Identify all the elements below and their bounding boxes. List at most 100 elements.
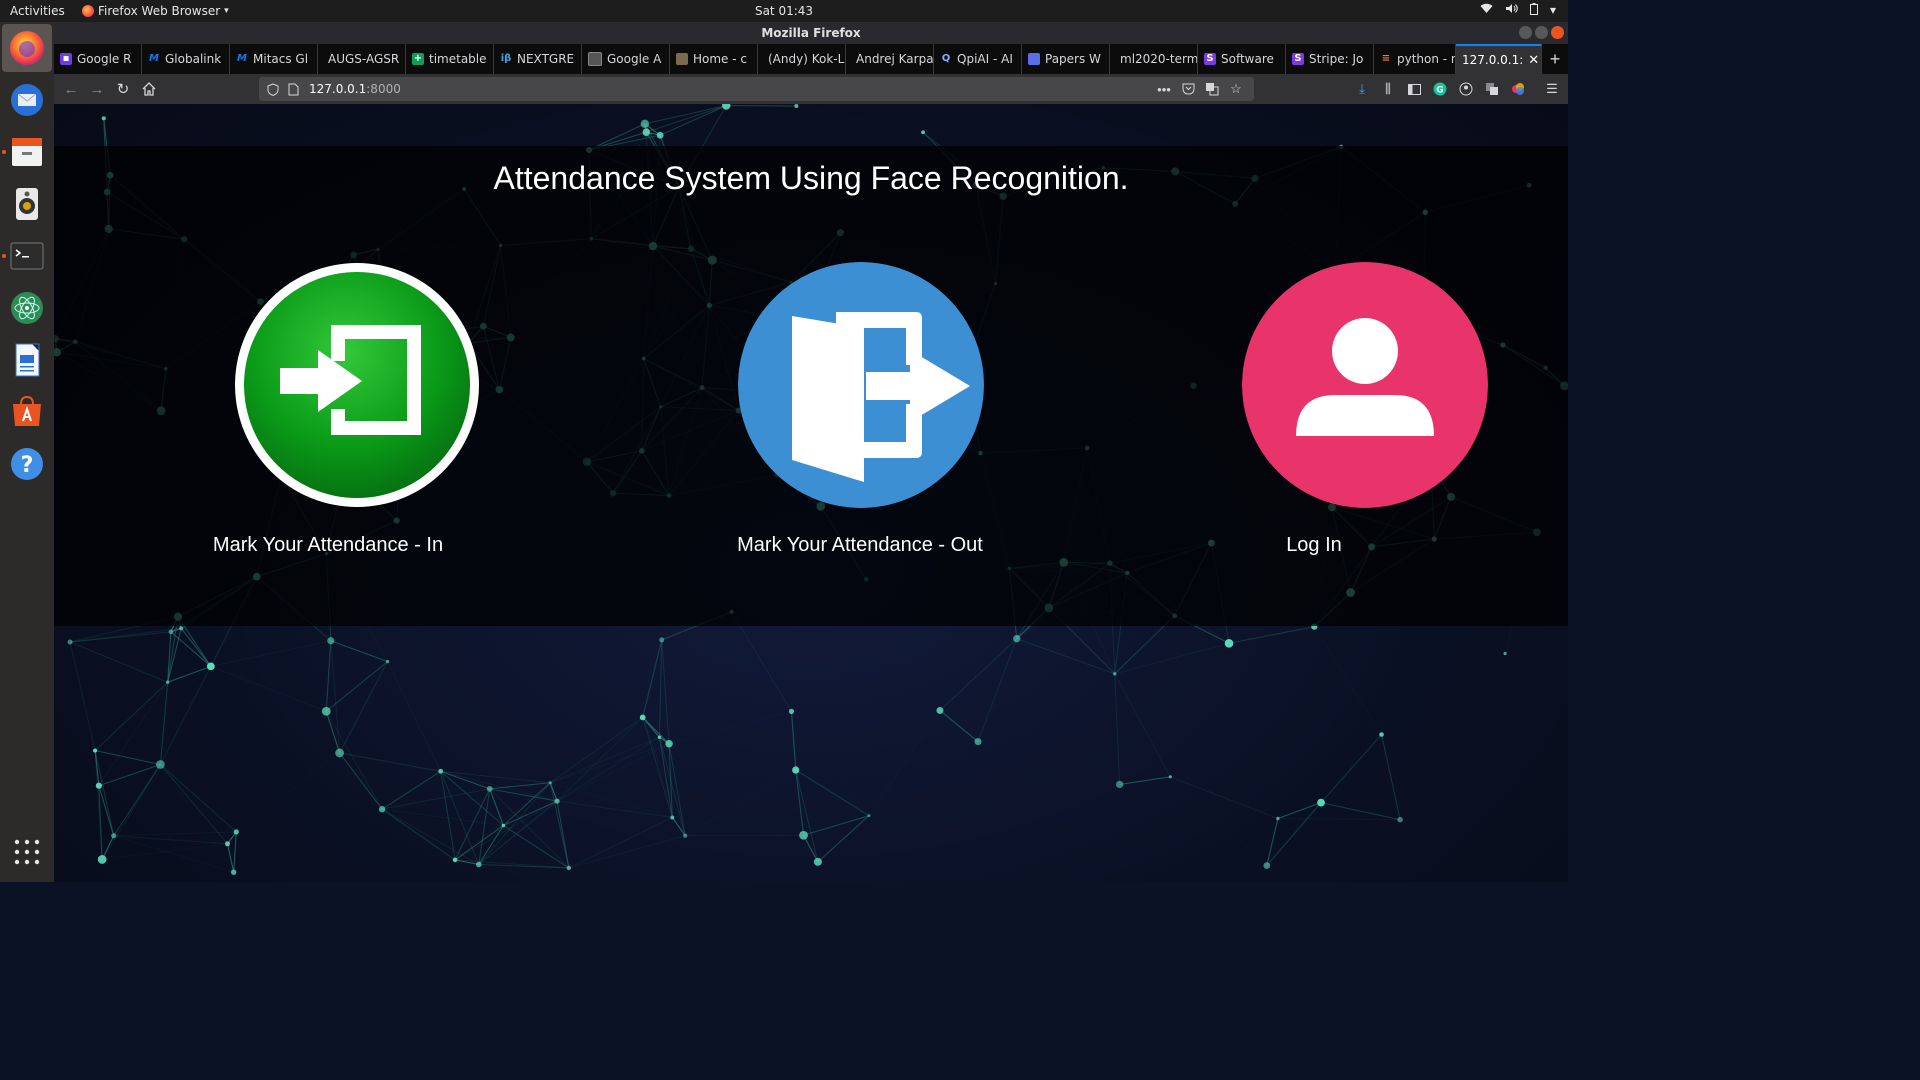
tab-software[interactable]: S Software xyxy=(1198,44,1286,74)
dock-thunderbird[interactable] xyxy=(9,82,45,118)
home-icon xyxy=(142,82,156,96)
pocket-icon[interactable] xyxy=(1178,79,1198,99)
tab-globalink[interactable]: M Globalink xyxy=(142,44,230,74)
ubuntu-dock: ? xyxy=(0,22,54,882)
tab-python[interactable]: ≡ python - r xyxy=(1374,44,1456,74)
system-tray[interactable]: ▾ xyxy=(1480,3,1556,18)
maximize-button[interactable] xyxy=(1535,26,1548,39)
dock-rhythmbox[interactable] xyxy=(9,186,45,222)
tab-label: timetable xyxy=(429,52,487,66)
new-tab-button[interactable]: + xyxy=(1542,44,1568,74)
mark-in-label[interactable]: Mark Your Attendance - In xyxy=(128,534,528,557)
page-viewport: Attendance System Using Face Recognition… xyxy=(54,104,1568,882)
document-icon xyxy=(15,343,40,377)
tab-qpiai[interactable]: Q QpiAI - AI xyxy=(934,44,1022,74)
search-icon: Q xyxy=(941,53,951,64)
page-info-icon[interactable] xyxy=(283,79,303,99)
tab-home[interactable]: Home - c xyxy=(670,44,758,74)
s-icon: S xyxy=(1204,53,1216,65)
window-title: Mozilla Firefox xyxy=(761,26,861,40)
tab-bar: ▪ Google R M Globalink M Mitacs Gl AUGS-… xyxy=(54,44,1568,74)
grammarly-icon[interactable]: G xyxy=(1430,79,1450,99)
tab-label: Software xyxy=(1221,52,1274,66)
tab-label: AUGS-AGSR xyxy=(328,52,400,66)
dock-terminal[interactable] xyxy=(2,238,45,274)
tab-label: NEXTGRE xyxy=(517,52,575,66)
home-icon xyxy=(676,53,688,65)
app-grid-icon xyxy=(14,839,40,865)
reload-button[interactable]: ↻ xyxy=(110,76,136,102)
minimize-button[interactable] xyxy=(1519,26,1532,39)
user-icon[interactable] xyxy=(1242,262,1488,508)
dock-atom[interactable] xyxy=(9,290,45,326)
help-icon: ? xyxy=(11,448,43,480)
sign-out-icon[interactable] xyxy=(738,262,984,508)
speaker-icon xyxy=(16,188,38,220)
gnome-top-bar: Activities Firefox Web Browser ▾ Sat 01:… xyxy=(0,0,1568,22)
account-icon[interactable] xyxy=(1456,79,1476,99)
tab-label: Papers W xyxy=(1045,52,1101,66)
close-tab-icon[interactable]: ✕ xyxy=(1528,53,1539,68)
stackoverflow-icon: ≡ xyxy=(1381,53,1391,64)
bookmark-star-icon[interactable]: ☆ xyxy=(1226,79,1246,99)
url-port: :8000 xyxy=(366,82,401,96)
more-actions-icon[interactable]: ••• xyxy=(1154,79,1174,99)
url-text[interactable]: 127.0.0.1:8000 xyxy=(309,82,401,96)
files-icon xyxy=(12,138,42,166)
translate-icon[interactable] xyxy=(1202,79,1222,99)
tab-google-r[interactable]: ▪ Google R xyxy=(54,44,142,74)
extension-icon[interactable] xyxy=(1482,79,1502,99)
tab-google-a[interactable]: Google A xyxy=(582,44,670,74)
google-icon: ▪ xyxy=(60,53,72,65)
thunderbird-icon xyxy=(11,84,43,116)
sign-in-icon[interactable] xyxy=(234,262,480,508)
dock-files[interactable] xyxy=(2,134,45,170)
tab-stripe[interactable]: S Stripe: Jo xyxy=(1286,44,1374,74)
image-icon xyxy=(588,52,602,66)
dock-help[interactable]: ? xyxy=(9,446,45,482)
color-extension-icon[interactable] xyxy=(1508,79,1528,99)
url-bar[interactable]: 127.0.0.1:8000 ••• ☆ xyxy=(259,77,1254,101)
wifi-icon xyxy=(1480,3,1493,18)
tab-localhost[interactable]: 127.0.0.1: ✕ xyxy=(1456,44,1542,74)
mark-in-card[interactable]: Mark Your Attendance - In xyxy=(213,262,480,556)
back-button[interactable]: ← xyxy=(58,76,84,102)
close-window-button[interactable] xyxy=(1551,26,1564,39)
ib-icon: iβ xyxy=(500,53,512,64)
dock-writer[interactable] xyxy=(9,342,45,378)
tab-label: Mitacs Gl xyxy=(253,52,309,66)
battery-icon xyxy=(1529,3,1538,18)
dock-firefox[interactable] xyxy=(2,24,52,72)
reload-icon: ↻ xyxy=(116,81,130,98)
login-label[interactable]: Log In xyxy=(1114,534,1514,557)
s-icon: S xyxy=(1292,53,1304,65)
firefox-icon xyxy=(10,31,44,65)
tab-augs-agsr[interactable]: AUGS-AGSR xyxy=(318,44,406,74)
sheets-icon: + xyxy=(412,53,424,65)
download-icon[interactable]: ⤓ xyxy=(1352,79,1372,99)
sidebar-icon[interactable] xyxy=(1404,79,1424,99)
hamburger-menu-icon[interactable]: ☰ xyxy=(1542,79,1562,99)
clock[interactable]: Sat 01:43 xyxy=(0,4,1568,18)
shield-icon[interactable] xyxy=(263,79,283,99)
login-card[interactable]: Log In xyxy=(1242,262,1488,556)
mark-out-card[interactable]: Mark Your Attendance - Out xyxy=(737,262,984,556)
forward-button[interactable]: → xyxy=(84,76,110,102)
show-applications-button[interactable] xyxy=(9,834,45,870)
dock-software[interactable] xyxy=(9,394,45,430)
library-icon[interactable]: ⫼ xyxy=(1378,79,1398,99)
arrow-right-icon: → xyxy=(89,80,105,98)
tab-label: Stripe: Jo xyxy=(1309,52,1364,66)
power-menu-icon: ▾ xyxy=(1549,3,1556,17)
toolbar-icons: ⤓ ⫼ G ☰ xyxy=(1352,74,1568,104)
home-button[interactable] xyxy=(136,76,162,102)
tab-mitacs[interactable]: M Mitacs Gl xyxy=(230,44,318,74)
tab-timetable[interactable]: + timetable xyxy=(406,44,494,74)
tab-ml2020[interactable]: ml2020-term xyxy=(1110,44,1198,74)
tab-andy[interactable]: (Andy) Kok-L xyxy=(758,44,846,74)
atom-icon xyxy=(11,292,43,324)
tab-nextgre[interactable]: iβ NEXTGRE xyxy=(494,44,582,74)
tab-karpathy[interactable]: Andrej Karpa xyxy=(846,44,934,74)
mark-out-label[interactable]: Mark Your Attendance - Out xyxy=(660,534,1060,557)
tab-papers[interactable]: Papers W xyxy=(1022,44,1110,74)
